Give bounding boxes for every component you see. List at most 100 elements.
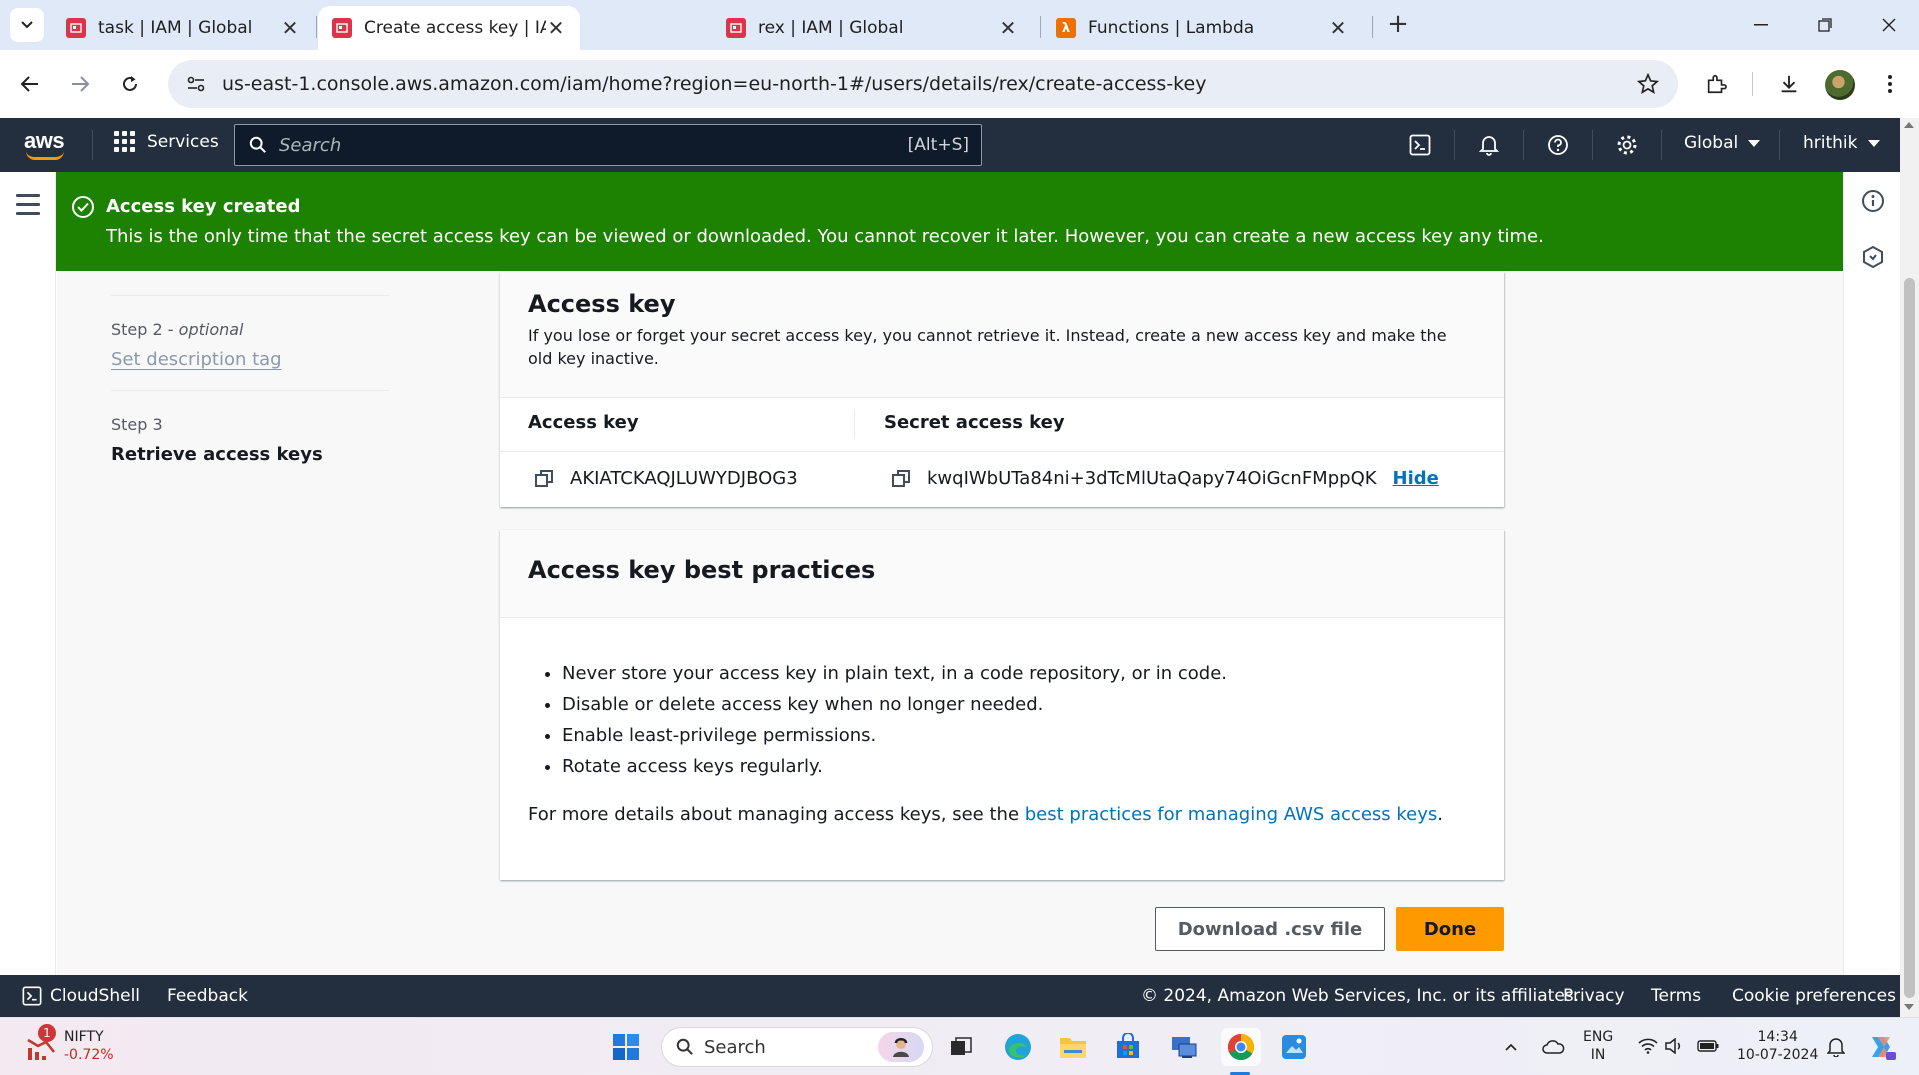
browser-tab-rex[interactable]: rex | IAM | Global ✕ [712, 6, 1032, 50]
hamburger-menu-icon[interactable] [16, 194, 40, 221]
account-menu[interactable]: hrithik [1803, 133, 1880, 153]
clock[interactable]: 14:34 10-07-2024 [1737, 1028, 1818, 1064]
minimize-icon[interactable] [1736, 8, 1786, 42]
column-divider [854, 410, 855, 438]
extensions-puzzle-icon[interactable] [1698, 66, 1734, 102]
aws-logo-text: aws [24, 128, 65, 153]
copy-icon[interactable] [891, 469, 911, 489]
aws-logo[interactable]: aws [24, 130, 68, 160]
search-icon [676, 1038, 693, 1055]
edge-browser-icon[interactable] [1000, 1030, 1036, 1064]
hide-secret-link[interactable]: Hide [1393, 468, 1439, 489]
remote-desktop-icon[interactable] [1166, 1030, 1202, 1064]
stock-widget-text[interactable]: NIFTY -0.72% [64, 1028, 114, 1064]
browser-tab-task[interactable]: task | IAM | Global ✕ [52, 6, 314, 50]
secret-key-column-header: Secret access key [884, 412, 1065, 433]
wifi-icon[interactable] [1636, 1034, 1660, 1058]
success-check-icon [72, 196, 94, 218]
scrollbar-thumb[interactable] [1904, 278, 1915, 998]
tab-close-icon[interactable]: ✕ [280, 16, 300, 40]
region-selector[interactable]: Global [1684, 133, 1761, 153]
notifications-bell-icon[interactable] [1474, 130, 1504, 160]
side-navigation-rail [0, 172, 56, 975]
tab-separator [316, 16, 317, 38]
feedback-hexagon-icon[interactable] [1860, 244, 1886, 270]
page-scrollbar[interactable] [1900, 118, 1919, 1018]
scroll-down-arrow-icon[interactable] [1904, 1004, 1914, 1010]
taskbar-search[interactable]: Search [661, 1027, 933, 1067]
browser-tab-lambda[interactable]: λ Functions | Lambda ✕ [1042, 6, 1362, 50]
reload-icon[interactable] [112, 66, 148, 102]
tools-rail [1843, 172, 1900, 975]
close-window-icon[interactable] [1864, 8, 1914, 42]
aws-search-input[interactable]: Search [Alt+S] [234, 124, 982, 166]
toolbar-separator [1752, 72, 1753, 96]
best-practices-title: Access key best practices [528, 556, 876, 584]
help-question-icon[interactable] [1543, 130, 1573, 160]
privacy-link[interactable]: Privacy [1563, 986, 1625, 1006]
done-button[interactable]: Done [1396, 907, 1504, 951]
iam-favicon-icon [66, 18, 86, 38]
restore-icon[interactable] [1800, 8, 1850, 42]
language-indicator[interactable]: ENG IN [1583, 1028, 1613, 1064]
bookmark-star-icon[interactable] [1628, 73, 1668, 95]
windows-start-icon[interactable] [609, 1030, 643, 1064]
copy-icon[interactable] [534, 469, 554, 489]
browser-menu-kebab-icon[interactable] [1872, 66, 1908, 102]
task-view-icon[interactable] [944, 1032, 978, 1062]
tab-title: Functions | Lambda [1088, 18, 1255, 38]
stock-name: NIFTY [64, 1029, 104, 1045]
profile-avatar[interactable] [1825, 70, 1855, 100]
services-menu-button[interactable]: Services [114, 131, 219, 152]
terms-link[interactable]: Terms [1651, 986, 1701, 1006]
battery-icon[interactable] [1694, 1034, 1722, 1058]
notification-bell-icon[interactable] [1823, 1034, 1849, 1060]
tab-close-icon[interactable]: ✕ [546, 16, 566, 40]
stock-widget-icon[interactable]: 1 [24, 1024, 58, 1064]
cloudshell-icon[interactable] [1405, 130, 1435, 160]
access-key-description: If you lose or forget your secret access… [528, 326, 1447, 368]
step-2-link[interactable]: Set description tag [111, 349, 389, 370]
region-label: Global [1684, 133, 1739, 153]
new-tab-plus-icon[interactable]: + [1383, 10, 1413, 40]
back-arrow-icon[interactable] [12, 66, 48, 102]
address-bar[interactable]: us-east-1.console.aws.amazon.com/iam/hom… [168, 60, 1678, 108]
feedback-footer-link[interactable]: Feedback [167, 986, 248, 1006]
info-icon[interactable] [1860, 188, 1886, 214]
file-explorer-icon[interactable] [1055, 1030, 1091, 1064]
access-key-value: AKIATCKAQJLUWYDJBOG3 [570, 468, 798, 489]
download-icon[interactable] [1771, 66, 1807, 102]
cloudshell-icon [22, 986, 42, 1006]
forward-arrow-icon[interactable] [62, 66, 98, 102]
tab-close-icon[interactable]: ✕ [998, 16, 1018, 40]
list-item: Never store your access key in plain tex… [562, 662, 1227, 685]
clock-time: 14:34 [1757, 1029, 1798, 1045]
microsoft-store-icon[interactable] [1110, 1030, 1146, 1064]
wizard-steps: Step 2 - optional Set description tag St… [111, 272, 389, 465]
best-practices-container: Access key best practices Never store yo… [500, 530, 1504, 880]
search-placeholder: Search [279, 134, 342, 156]
site-info-icon[interactable] [178, 76, 214, 92]
row-divider [500, 451, 1504, 452]
tab-close-icon[interactable]: ✕ [1328, 16, 1348, 40]
volume-icon[interactable] [1662, 1034, 1686, 1058]
browser-tab-create-access-key[interactable]: Create access key | IAM | Global ✕ [318, 6, 580, 50]
scroll-up-arrow-icon[interactable] [1904, 122, 1914, 128]
flash-title: Access key created [106, 196, 301, 217]
copilot-icon[interactable] [1864, 1030, 1898, 1064]
cloudshell-footer-button[interactable]: CloudShell [22, 986, 140, 1006]
chevron-up-icon[interactable] [1500, 1036, 1522, 1058]
settings-gear-icon[interactable] [1612, 130, 1642, 160]
cookie-preferences-link[interactable]: Cookie preferences [1732, 986, 1896, 1006]
chrome-browser-icon[interactable] [1221, 1028, 1261, 1066]
list-item: Rotate access keys regularly. [562, 755, 1227, 778]
download-csv-button[interactable]: Download .csv file [1155, 907, 1385, 951]
access-key-header: Access key If you lose or forget your se… [500, 272, 1504, 398]
secret-key-cell: kwqIWbUTa84ni+3dTcMlUtaQapy74OiGcnFMppQK… [891, 468, 1439, 489]
tab-search-button[interactable] [10, 8, 44, 42]
photos-app-icon[interactable] [1276, 1030, 1312, 1064]
onedrive-cloud-icon[interactable] [1538, 1034, 1568, 1060]
best-practices-link[interactable]: best practices for managing AWS access k… [1025, 804, 1438, 825]
nav-divider [1779, 130, 1780, 160]
list-item: Enable least-privilege permissions. [562, 724, 1227, 747]
